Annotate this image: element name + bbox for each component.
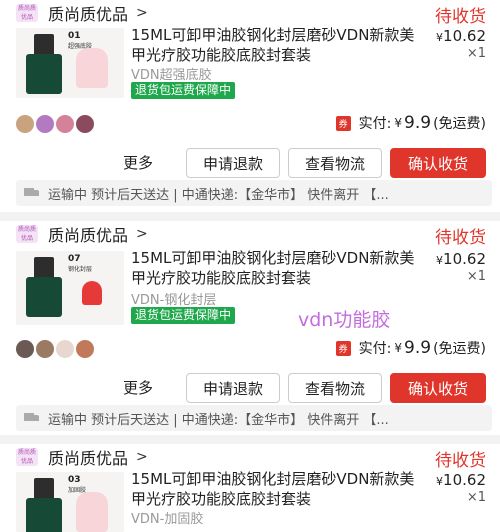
order-card[interactable]: 质尚质优品 质尚质优品 > 待收货 07 钢化封层 15ML可卸甲油胶钢化封层磨… xyxy=(0,221,500,435)
watermark-text: vdn功能胶 xyxy=(298,309,391,331)
tracking-text: 运输中 预计后天送达 | 中通快递:【金华市】 快件离开 【... xyxy=(48,412,389,428)
nail-swatch-icon xyxy=(82,281,102,305)
nail-swatch-icon xyxy=(76,48,108,88)
product-spec: VDN-钢化封层 xyxy=(131,293,217,308)
avatar xyxy=(16,115,34,133)
order-status: 待收货 xyxy=(435,451,486,471)
thumb-number: 03 xyxy=(68,475,81,485)
return-shipping-badge: 退货包运费保障中 xyxy=(131,82,236,99)
product-price: ¥10.62 xyxy=(436,27,486,45)
request-refund-button[interactable]: 申请退款 xyxy=(186,373,280,403)
request-refund-button[interactable]: 申请退款 xyxy=(186,148,280,178)
avatar xyxy=(56,340,74,358)
order-card[interactable]: 质尚质优品 质尚质优品 > 待收货 01 超强底胶 15ML可卸甲油胶钢化封层磨… xyxy=(0,0,500,212)
order-status: 待收货 xyxy=(435,7,486,27)
shop-name[interactable]: 质尚质优品 xyxy=(48,222,128,246)
avatar xyxy=(56,115,74,133)
chevron-right-icon[interactable]: > xyxy=(136,226,148,242)
shop-logo: 质尚质优品 xyxy=(16,448,38,466)
avatar xyxy=(36,115,54,133)
product-thumbnail[interactable]: 01 超强底胶 xyxy=(16,28,124,98)
product-name[interactable]: 15ML可卸甲油胶钢化封层磨砂VDN新款美甲光疗胶功能胶底胶封套装 xyxy=(131,248,421,288)
tracking-bar[interactable]: 运输中 预计后天送达 | 中通快递:【金华市】 快件离开 【... xyxy=(16,405,492,431)
truck-icon xyxy=(24,188,40,198)
product-price: ¥10.62 xyxy=(436,471,486,489)
thumb-number: 01 xyxy=(68,31,81,41)
return-shipping-badge: 退货包运费保障中 xyxy=(131,307,236,324)
more-button[interactable]: 更多 xyxy=(123,377,153,398)
avatar xyxy=(76,115,94,133)
buyer-avatars xyxy=(16,340,96,358)
coupon-icon: 券 xyxy=(335,115,351,131)
view-logistics-button[interactable]: 查看物流 xyxy=(288,373,382,403)
order-actions: 更多 申请退款 查看物流 确认收货 xyxy=(0,373,500,403)
paid-amount: 券 实付: ¥ 9.9 (免运费) xyxy=(335,338,486,358)
tracking-bar[interactable]: 运输中 预计后天送达 | 中通快递:【金华市】 快件离开 【... xyxy=(16,180,492,206)
order-actions: 更多 申请退款 查看物流 确认收货 xyxy=(0,148,500,178)
product-name[interactable]: 15ML可卸甲油胶钢化封层磨砂VDN新款美甲光疗胶功能胶底胶封套装 xyxy=(131,469,421,509)
nail-polish-bottle-icon xyxy=(24,34,64,94)
product-quantity: ×1 xyxy=(466,269,486,284)
coupon-icon: 券 xyxy=(335,340,351,356)
avatar xyxy=(76,340,94,358)
confirm-receipt-button[interactable]: 确认收货 xyxy=(390,373,486,403)
product-quantity: ×1 xyxy=(466,46,486,61)
product-spec: VDN-加固胶 xyxy=(131,512,204,527)
shop-logo: 质尚质优品 xyxy=(16,225,38,243)
tracking-text: 运输中 预计后天送达 | 中通快递:【金华市】 快件离开 【... xyxy=(48,187,389,203)
thumb-number: 07 xyxy=(68,254,81,264)
order-card[interactable]: 质尚质优品 质尚质优品 > 待收货 03 加固胶 15ML可卸甲油胶钢化封层磨砂… xyxy=(0,444,500,532)
confirm-receipt-button[interactable]: 确认收货 xyxy=(390,148,486,178)
product-name[interactable]: 15ML可卸甲油胶钢化封层磨砂VDN新款美甲光疗胶功能胶底胶封套装 xyxy=(131,25,421,65)
chevron-right-icon[interactable]: > xyxy=(136,449,148,465)
shop-name[interactable]: 质尚质优品 xyxy=(48,1,128,25)
product-quantity: ×1 xyxy=(466,490,486,505)
view-logistics-button[interactable]: 查看物流 xyxy=(288,148,382,178)
nail-swatch-icon xyxy=(76,492,108,532)
shop-logo: 质尚质优品 xyxy=(16,4,38,22)
shop-name[interactable]: 质尚质优品 xyxy=(48,445,128,469)
nail-polish-bottle-icon xyxy=(24,478,64,532)
product-thumbnail[interactable]: 03 加固胶 xyxy=(16,472,124,532)
avatar xyxy=(36,340,54,358)
order-status: 待收货 xyxy=(435,228,486,248)
truck-icon xyxy=(24,413,40,423)
avatar xyxy=(16,340,34,358)
product-thumbnail[interactable]: 07 钢化封层 xyxy=(16,251,124,325)
shop-header[interactable]: 质尚质优品 质尚质优品 > xyxy=(16,223,148,245)
shop-header[interactable]: 质尚质优品 质尚质优品 > xyxy=(16,2,148,24)
shop-header[interactable]: 质尚质优品 质尚质优品 > xyxy=(16,446,148,468)
product-spec: VDN超强底胶 xyxy=(131,68,212,83)
more-button[interactable]: 更多 xyxy=(123,152,153,173)
buyer-avatars xyxy=(16,115,96,133)
product-price: ¥10.62 xyxy=(436,250,486,268)
chevron-right-icon[interactable]: > xyxy=(136,5,148,21)
thumb-label: 钢化封层 xyxy=(68,266,93,273)
paid-amount: 券 实付: ¥ 9.9 (免运费) xyxy=(335,113,486,133)
nail-polish-bottle-icon xyxy=(24,257,64,317)
